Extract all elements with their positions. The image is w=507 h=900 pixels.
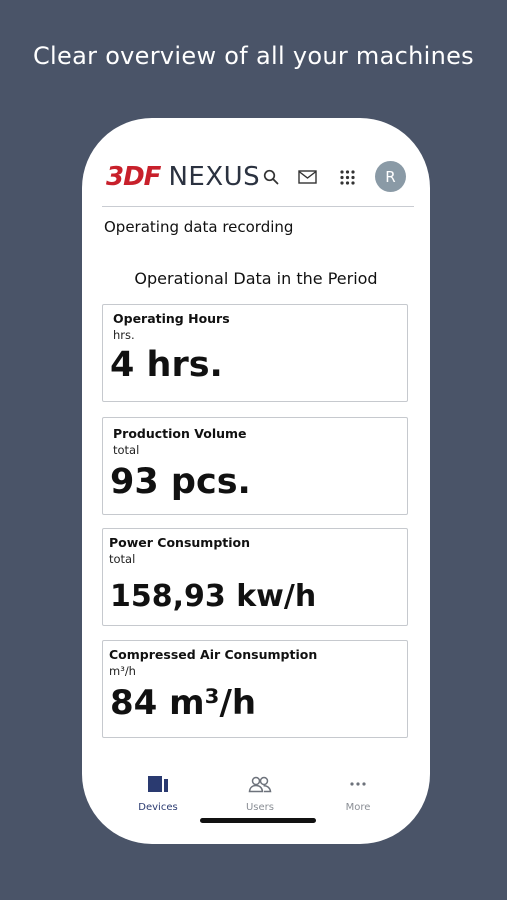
logo[interactable]: 3DF NEXUS [106,162,260,192]
users-icon [220,774,300,794]
card-title: Compressed Air Consumption [109,647,318,662]
tab-devices[interactable]: Devices [118,774,198,813]
card-unit: total [113,443,140,457]
card-value: 4 hrs. [110,345,223,385]
card-compressed-air[interactable]: Compressed Air Consumption m³/h 84 m³/h [102,640,408,738]
app-store-screenshot: Clear overview of all your machines 3DF … [0,0,507,900]
tab-bar: Devices Users More [82,764,430,844]
headline: Clear overview of all your machines [33,42,474,70]
card-title: Production Volume [113,426,247,441]
period-title: Operational Data in the Period [134,269,378,288]
avatar-initial: R [385,167,396,186]
card-unit: total [109,552,136,566]
card-production-volume[interactable]: Production Volume total 93 pcs. [102,417,408,515]
phone-frame: 3DF NEXUS R Operating data recording Ope… [82,118,430,844]
apps-grid-icon[interactable] [336,166,358,188]
card-unit: hrs. [113,328,135,342]
search-icon[interactable] [260,166,282,188]
tab-label: Users [245,802,274,813]
card-operating-hours[interactable]: Operating Hours hrs. 4 hrs. [102,304,408,402]
mail-icon[interactable] [296,166,318,188]
home-indicator [200,818,316,823]
logo-text: NEXUS [168,162,261,192]
card-power-consumption[interactable]: Power Consumption total 158,93 kw/h [102,528,408,626]
section-title: Operating data recording [104,218,294,236]
tab-label: Devices [138,802,178,813]
header-divider [102,206,414,207]
card-unit: m³/h [109,664,136,678]
devices-icon [118,774,198,794]
card-value: 158,93 kw/h [110,579,317,614]
logo-mark: 3DF [106,162,161,192]
app-header: 3DF NEXUS R [82,118,430,206]
more-icon [318,774,398,794]
tab-users[interactable]: Users [220,774,300,813]
card-value: 93 pcs. [110,462,251,502]
card-title: Power Consumption [109,535,251,550]
avatar[interactable]: R [375,161,406,192]
tab-more[interactable]: More [318,774,398,813]
card-value: 84 m³/h [110,683,257,723]
card-title: Operating Hours [113,311,230,326]
tab-label: More [345,802,371,813]
